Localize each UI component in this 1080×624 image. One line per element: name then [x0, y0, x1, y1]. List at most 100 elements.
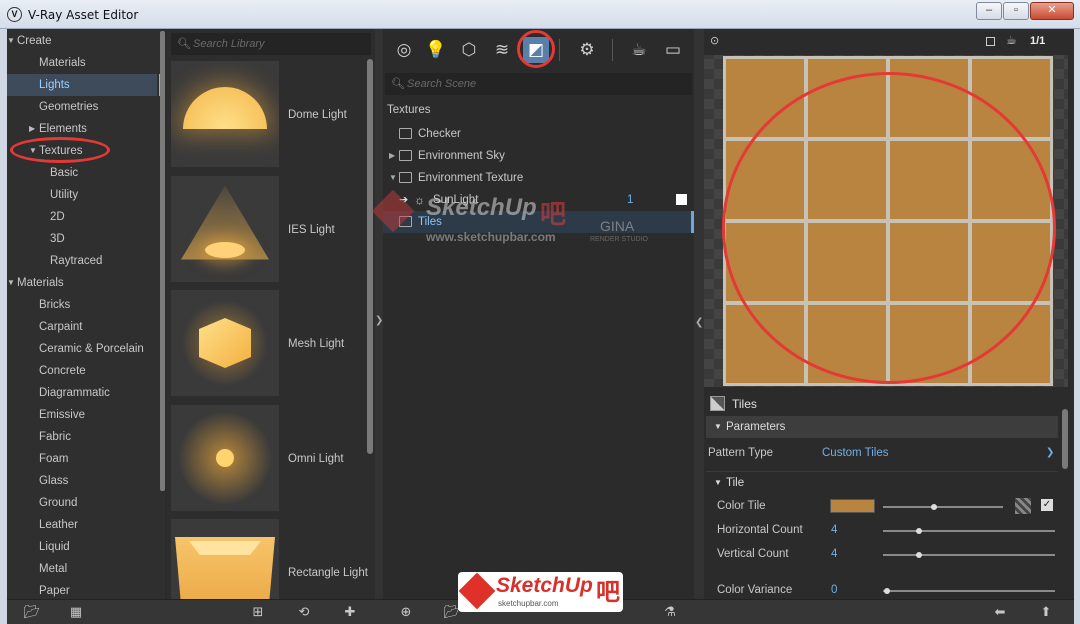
tree-item-emissive[interactable]: Emissive [7, 404, 157, 426]
library-item-label[interactable]: Omni Light [288, 453, 344, 465]
annotation-circle-preview [722, 72, 1056, 384]
caret-right-icon[interactable]: ▶ [29, 118, 35, 140]
preview-teapot-icon[interactable]: ☕ [1006, 33, 1017, 47]
collapse-scene-handle[interactable]: ❮ [694, 29, 704, 599]
mesh-light-icon[interactable] [171, 290, 279, 396]
tree-item-bricks[interactable]: Bricks [7, 294, 157, 316]
dome-light-icon[interactable] [171, 61, 279, 167]
properties-title-text: Tiles [732, 397, 757, 411]
materials-icon[interactable]: ◎ [391, 37, 417, 63]
tree-item-label: Bricks [39, 299, 71, 311]
ies-light-icon[interactable] [171, 175, 279, 282]
tree-item-metal[interactable]: Metal [7, 558, 157, 580]
tree-item-geometries[interactable]: Geometries [7, 96, 157, 118]
window-frame-left [0, 29, 7, 624]
tree-item-basic[interactable]: Basic [7, 162, 157, 184]
create-asset-icon[interactable]: ⊕ [397, 603, 415, 621]
caret-down-icon[interactable]: ▼ [7, 272, 15, 294]
library-item-label[interactable]: Mesh Light [288, 338, 344, 350]
purge-unused-icon[interactable]: ⚗ [661, 603, 679, 621]
scene-row-environment-texture[interactable]: ▼ Environment Texture [383, 167, 694, 189]
tree-item-label: Fabric [39, 431, 71, 443]
tree-item-ground[interactable]: Ground [7, 492, 157, 514]
scene-search-input[interactable]: 🔍︎ Search Scene [385, 73, 692, 95]
tree-item-paper[interactable]: Paper [7, 580, 157, 599]
library-view-icon[interactable]: ▦ [67, 603, 85, 621]
texture-enable-checkbox[interactable]: ✓ [1041, 499, 1053, 511]
color-tile-swatch[interactable] [830, 499, 875, 513]
maximize-button[interactable]: ▫ [1003, 2, 1029, 20]
chevron-down-icon[interactable]: ❯ [1046, 442, 1054, 464]
color-tile-slider-track[interactable] [883, 506, 1003, 508]
minimize-button[interactable]: – [976, 2, 1002, 20]
arrow-up-icon[interactable]: ⬆ [1037, 603, 1055, 621]
horizontal-count-value[interactable]: 4 [831, 519, 837, 541]
settings-icon[interactable]: ⚙ [574, 37, 600, 63]
parameters-section[interactable]: ▼ Parameters [706, 416, 1058, 438]
category-tree: ▼ Create Materials Lights Geometries ▶ Element… [7, 29, 165, 599]
render-teapot-icon[interactable]: ☕ [626, 37, 652, 63]
collapse-library-handle[interactable]: ❯ [375, 29, 383, 599]
texture-slot-checker-icon[interactable] [1015, 498, 1031, 514]
preview-shape-square-icon[interactable] [986, 37, 995, 46]
preview-zoom-label[interactable]: 1/1 [1030, 35, 1045, 47]
tree-item-ceramic-porcelain[interactable]: Ceramic & Porcelain [7, 338, 157, 360]
preview-toolbar: ⊙ ☕ 1/1 [704, 29, 1068, 55]
color-swatch[interactable] [676, 194, 687, 205]
caret-down-icon[interactable]: ▼ [389, 167, 397, 189]
close-button[interactable]: ✕ [1030, 2, 1074, 20]
caret-right-icon[interactable]: ▶ [389, 145, 395, 167]
tree-item-2d[interactable]: 2D [7, 206, 157, 228]
properties-scrollbar[interactable] [1062, 409, 1068, 469]
vertical-count-value[interactable]: 4 [831, 543, 837, 565]
scene-row-checker[interactable]: Checker [383, 123, 694, 145]
tree-item-liquid[interactable]: Liquid [7, 536, 157, 558]
tree-item-foam[interactable]: Foam [7, 448, 157, 470]
lights-icon[interactable]: 💡 [423, 37, 449, 63]
color-variance-value[interactable]: 0 [831, 579, 837, 599]
horizontal-count-slider-track[interactable] [883, 530, 1055, 532]
tree-item-utility[interactable]: Utility [7, 184, 157, 206]
caret-down-icon[interactable]: ▼ [7, 30, 15, 52]
tree-item-label: Emissive [39, 409, 86, 421]
tree-scrollbar[interactable] [160, 31, 165, 491]
arrow-left-icon[interactable]: ⬅ [991, 603, 1009, 621]
scene-row-environment-sky[interactable]: ▶ Environment Sky [383, 145, 694, 167]
color-tile-slider-knob[interactable] [931, 504, 937, 510]
tree-item-diagrammatic[interactable]: Diagrammatic [7, 382, 157, 404]
library-item-label[interactable]: IES Light [288, 224, 335, 236]
tree-item-materials[interactable]: Materials [7, 52, 157, 74]
tree-item-leather[interactable]: Leather [7, 514, 157, 536]
vertical-count-slider-track[interactable] [883, 554, 1055, 556]
library-item-label[interactable]: Dome Light [288, 109, 347, 121]
tree-item-3d[interactable]: 3D [7, 228, 157, 250]
horizontal-count-slider-knob[interactable] [916, 528, 922, 534]
library-item-label[interactable]: Rectangle Light [288, 567, 368, 579]
preview-pin-icon[interactable]: ⊙ [710, 34, 719, 47]
tree-item-materials[interactable]: ▼ Materials [7, 272, 157, 294]
render-elements-icon[interactable]: ≋ [489, 37, 515, 63]
tree-item-carpaint[interactable]: Carpaint [7, 316, 157, 338]
tree-item-lights[interactable]: Lights [7, 74, 163, 96]
tree-item-elements[interactable]: ▶ Elements [7, 118, 157, 140]
tree-item-concrete[interactable]: Concrete [7, 360, 157, 382]
tree-item-create[interactable]: ▼ Create [7, 30, 157, 52]
library-search-input[interactable]: 🔍︎ Search Library [171, 33, 371, 55]
tree-item-glass[interactable]: Glass [7, 470, 157, 492]
omni-light-icon[interactable] [171, 404, 279, 511]
color-variance-slider-track[interactable] [883, 590, 1055, 592]
color-tile-label: Color Tile [717, 500, 766, 512]
open-folder-icon[interactable]: 📂︎ [23, 603, 41, 621]
tree-item-raytraced[interactable]: Raytraced [7, 250, 157, 272]
library-filter-icon[interactable]: ⟲ [295, 603, 313, 621]
library-add-icon[interactable]: ✚ [341, 603, 359, 621]
tree-item-fabric[interactable]: Fabric [7, 426, 157, 448]
tile-section[interactable]: ▼ Tile [706, 471, 1058, 493]
color-variance-slider-knob[interactable] [884, 588, 890, 594]
vertical-count-slider-knob[interactable] [916, 552, 922, 558]
geometry-icon[interactable]: ⬡ [456, 37, 482, 63]
frame-buffer-icon[interactable]: ▭ [660, 37, 686, 63]
library-scrollbar[interactable] [367, 59, 373, 454]
grid-view-icon[interactable]: ⊞ [249, 603, 267, 621]
pattern-type-dropdown[interactable]: Custom Tiles [822, 442, 888, 464]
